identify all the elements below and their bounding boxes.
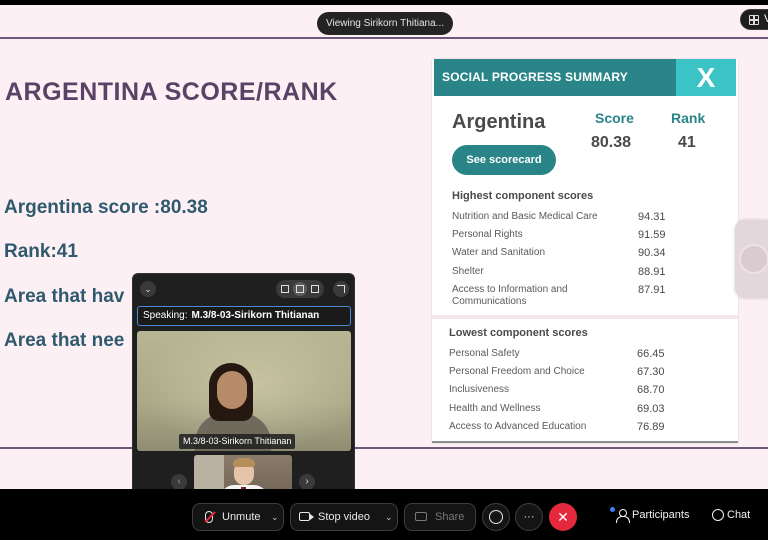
floating-video-panel[interactable]: ⌄ Speaking: M.3/8-03-Sirikorn Thitianan M… bbox=[132, 273, 355, 514]
slide-line-rank: Rank:41 bbox=[4, 241, 78, 262]
spi-row-value: 90.34 bbox=[638, 247, 666, 259]
panel-view-switcher bbox=[276, 280, 324, 298]
stop-video-label: Stop video bbox=[318, 511, 370, 523]
view-layout-label: Vi bbox=[764, 13, 768, 25]
gallery-view-button[interactable] bbox=[308, 282, 322, 296]
chevron-down-icon[interactable]: ⌄ bbox=[271, 504, 279, 530]
spi-row-value: 88.91 bbox=[638, 266, 666, 278]
stop-video-button[interactable]: Stop video ⌄ bbox=[290, 503, 398, 531]
chat-icon bbox=[712, 509, 724, 521]
social-progress-card: SOCIAL PROGRESS SUMMARY X Argentina Scor… bbox=[432, 59, 738, 443]
spi-row-label: Personal Freedom and Choice bbox=[449, 366, 585, 377]
active-speaker-name: M.3/8-03-Sirikorn Thitianan bbox=[191, 310, 320, 321]
spi-row-value: 91.59 bbox=[638, 229, 666, 241]
share-screen-icon bbox=[415, 512, 427, 521]
floating-reaction-tile[interactable] bbox=[735, 220, 768, 298]
leave-meeting-button[interactable]: ✕ bbox=[549, 503, 577, 531]
expand-panel-button[interactable] bbox=[333, 281, 349, 297]
main-participant-video[interactable] bbox=[137, 331, 351, 451]
spi-card-header: SOCIAL PROGRESS SUMMARY X bbox=[434, 59, 736, 96]
slide-top-rule bbox=[0, 37, 768, 39]
thumbnail-view-button[interactable] bbox=[278, 282, 292, 296]
spi-row-label: Health and Wellness bbox=[449, 403, 541, 414]
participants-label: Participants bbox=[632, 509, 690, 521]
next-video-button[interactable]: › bbox=[299, 474, 315, 490]
previous-video-button[interactable]: ‹ bbox=[171, 474, 187, 490]
thumbnail-view-icon bbox=[281, 285, 289, 293]
participants-icon bbox=[610, 507, 630, 523]
spi-close-mark: X bbox=[676, 59, 736, 96]
slide-bottom-rule bbox=[0, 447, 768, 449]
spi-row-label: Water and Sanitation bbox=[452, 247, 546, 258]
spi-row-value: 69.03 bbox=[637, 403, 665, 415]
spi-card-header-title: SOCIAL PROGRESS SUMMARY bbox=[442, 70, 628, 84]
speaker-view-button[interactable] bbox=[293, 282, 307, 296]
reactions-button[interactable] bbox=[482, 503, 510, 531]
notification-dot bbox=[610, 507, 615, 512]
share-button[interactable]: Share bbox=[404, 503, 476, 531]
video-camera-icon bbox=[299, 512, 314, 521]
speaker-view-icon bbox=[296, 285, 304, 293]
more-dots-label: ··· bbox=[523, 511, 535, 523]
more-options-button[interactable]: ··· bbox=[515, 503, 543, 531]
participant-face bbox=[217, 371, 247, 409]
spi-row-label: Inclusiveness bbox=[449, 384, 510, 395]
gallery-view-icon bbox=[311, 285, 319, 293]
spi-row-label: Access to Advanced Education bbox=[449, 421, 587, 432]
spi-row-label: Shelter bbox=[452, 266, 484, 277]
spi-score-label: Score bbox=[595, 110, 634, 126]
spi-row-label: Personal Safety bbox=[449, 348, 520, 359]
spi-lowest-title: Lowest component scores bbox=[449, 327, 588, 339]
chevron-down-icon[interactable]: ⌄ bbox=[385, 504, 393, 530]
slide-title: ARGENTINA SCORE/RANK bbox=[5, 78, 338, 106]
chat-button[interactable]: Chat bbox=[712, 509, 751, 521]
slide-line-strengths: Area that hav bbox=[4, 286, 125, 307]
spi-row-value: 94.31 bbox=[638, 211, 666, 223]
unmute-button[interactable]: Unmute ⌄ bbox=[192, 503, 284, 531]
thumbnail-hair bbox=[233, 458, 255, 467]
spi-row-value: 87.91 bbox=[638, 284, 666, 296]
spi-row-label: Personal Rights bbox=[452, 229, 523, 240]
spi-card-bottom-rule bbox=[432, 441, 738, 443]
active-speaker-bar: Speaking: M.3/8-03-Sirikorn Thitianan bbox=[137, 306, 351, 326]
spi-score-value: 80.38 bbox=[591, 134, 632, 151]
main-participant-name-tag: M.3/8-03-Sirikorn Thitianan bbox=[179, 434, 296, 449]
spi-rank-value: 41 bbox=[678, 134, 696, 151]
shared-screen: ARGENTINA SCORE/RANK Argentina score :80… bbox=[0, 5, 768, 489]
spi-country-name: Argentina bbox=[452, 111, 546, 133]
viewing-status-pill: Viewing Sirikorn Thitiana... bbox=[317, 12, 453, 35]
participants-button[interactable]: Participants bbox=[610, 507, 690, 523]
spi-row-value: 68.70 bbox=[637, 384, 665, 396]
meeting-window: ARGENTINA SCORE/RANK Argentina score :80… bbox=[0, 0, 768, 540]
meeting-controls-bar: Unmute ⌄ Stop video ⌄ Share ··· ✕ Partic… bbox=[0, 489, 768, 540]
speaking-prefix: Speaking: bbox=[143, 310, 188, 321]
slide-line-score: Argentina score :80.38 bbox=[4, 197, 208, 218]
avatar-ring-icon bbox=[739, 244, 768, 274]
unmute-label: Unmute bbox=[222, 511, 261, 523]
spi-section-divider bbox=[432, 315, 738, 319]
spi-row-value: 66.45 bbox=[637, 348, 665, 360]
view-layout-button[interactable]: Vi bbox=[740, 9, 768, 30]
spi-row-value: 67.30 bbox=[637, 366, 665, 378]
spi-rank-label: Rank bbox=[671, 110, 706, 126]
collapse-panel-button[interactable]: ⌄ bbox=[140, 281, 156, 297]
spi-highest-title: Highest component scores bbox=[452, 190, 594, 202]
see-scorecard-button: See scorecard bbox=[452, 145, 556, 175]
emoji-icon bbox=[489, 510, 503, 524]
slide-line-weaknesses: Area that nee bbox=[4, 330, 125, 351]
spi-row-label: Access to Information and Communications bbox=[452, 284, 568, 307]
chat-label: Chat bbox=[727, 509, 751, 521]
spi-row-label: Nutrition and Basic Medical Care bbox=[452, 211, 598, 222]
share-label: Share bbox=[435, 511, 465, 523]
spi-row-value: 76.89 bbox=[637, 421, 665, 433]
grid-icon bbox=[749, 15, 759, 25]
